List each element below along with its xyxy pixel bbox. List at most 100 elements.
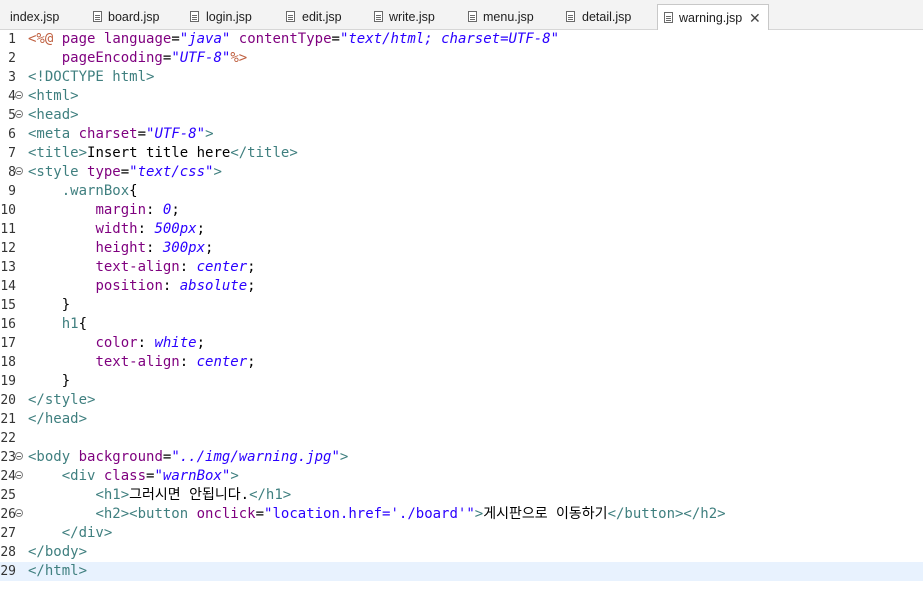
code-line[interactable]: 11 width: 500px; — [0, 220, 923, 239]
code-token: > — [474, 506, 484, 522]
code-token: = — [137, 126, 147, 142]
file-icon — [190, 11, 199, 22]
code-line[interactable]: 24 <div class="warnBox"> — [0, 467, 923, 486]
code-line[interactable]: 12 height: 300px; — [0, 239, 923, 258]
line-number: 9 — [8, 184, 16, 199]
code-line[interactable]: 20 </style> — [0, 391, 923, 410]
line-number: 23 — [0, 450, 16, 465]
file-icon — [468, 11, 477, 22]
code-token: h1 — [61, 316, 79, 332]
code-line[interactable]: 27 </div> — [0, 524, 923, 543]
code-text: <!DOCTYPE html> — [28, 68, 154, 87]
line-number: 20 — [0, 393, 16, 408]
code-token: ; — [171, 202, 180, 218]
code-token: </button></h2> — [607, 506, 726, 522]
code-line[interactable]: 13 text-align: center; — [0, 258, 923, 277]
code-token: class — [103, 468, 147, 484]
code-text: <%@ page language="java" contentType="te… — [28, 30, 559, 49]
code-token: } — [28, 373, 71, 389]
tab-login-jsp[interactable]: login.jsp — [184, 4, 280, 30]
code-token: <h2><button — [95, 506, 189, 522]
code-token: : — [146, 240, 163, 256]
tab-edit-jsp[interactable]: edit.jsp — [280, 4, 368, 30]
code-line[interactable]: 18 text-align: center; — [0, 353, 923, 372]
code-text: </head> — [28, 410, 87, 429]
code-line[interactable]: 22 — [0, 429, 923, 448]
code-line[interactable]: 10 margin: 0; — [0, 201, 923, 220]
fold-toggle-icon[interactable] — [15, 471, 23, 479]
line-number: 10 — [0, 203, 16, 218]
code-line[interactable]: 17 color: white; — [0, 334, 923, 353]
code-token: height — [95, 240, 147, 256]
code-token: </head> — [28, 411, 88, 427]
code-token: = — [331, 31, 340, 47]
tab-label: edit.jsp — [302, 10, 342, 24]
line-number: 3 — [8, 70, 16, 85]
tab-detail-jsp[interactable]: detail.jsp — [560, 4, 657, 30]
code-text: <html> — [28, 87, 79, 106]
code-line[interactable]: 29 </html> — [0, 562, 923, 581]
code-line[interactable]: 25 <h1>그러시면 안됩니다.</h1> — [0, 486, 923, 505]
code-line[interactable]: 6 <meta charset="UTF-8"> — [0, 125, 923, 144]
close-tab-icon[interactable]: ✕ — [749, 5, 761, 31]
code-token: "UTF-8" — [146, 126, 206, 142]
code-text: </body> — [28, 543, 87, 562]
code-line[interactable]: 23 <body background="../img/warning.jpg"> — [0, 448, 923, 467]
tab-label: write.jsp — [389, 10, 435, 24]
code-line[interactable]: 21 </head> — [0, 410, 923, 429]
fold-toggle-icon[interactable] — [15, 167, 23, 175]
code-editor[interactable]: 1 <%@ page language="java" contentType="t… — [0, 30, 923, 595]
code-line[interactable]: 28 </body> — [0, 543, 923, 562]
code-token: : — [179, 354, 197, 370]
code-token: > — [213, 164, 222, 180]
fold-toggle-icon[interactable] — [15, 452, 23, 460]
code-line[interactable]: 16 h1{ — [0, 315, 923, 334]
code-token: <head> — [28, 107, 79, 123]
code-line[interactable]: 5 <head> — [0, 106, 923, 125]
code-token: width — [95, 221, 138, 237]
code-line[interactable]: 14 position: absolute; — [0, 277, 923, 296]
fold-toggle-icon[interactable] — [15, 110, 23, 118]
code-line[interactable]: 1 <%@ page language="java" contentType="t… — [0, 30, 923, 49]
code-line[interactable]: 2 pageEncoding="UTF-8"%> — [0, 49, 923, 68]
code-line[interactable]: 4 <html> — [0, 87, 923, 106]
code-line[interactable]: 9 .warnBox{ — [0, 182, 923, 201]
fold-toggle-icon[interactable] — [15, 91, 23, 99]
tab-index-jsp[interactable]: index.jsp — [0, 4, 88, 30]
code-line[interactable]: 19 } — [0, 372, 923, 391]
line-number: 12 — [0, 241, 16, 256]
code-text: text-align: center; — [28, 353, 255, 372]
code-token: </body> — [28, 544, 88, 560]
code-text: margin: 0; — [28, 201, 180, 220]
code-token: </title> — [230, 145, 298, 161]
code-line[interactable]: 8 <style type="text/css"> — [0, 163, 923, 182]
code-text: <div class="warnBox"> — [28, 467, 239, 486]
code-text: <meta charset="UTF-8"> — [28, 125, 214, 144]
code-token: 그러시면 안됩니다. — [129, 487, 250, 503]
line-number: 25 — [0, 488, 16, 503]
code-token: "java" — [179, 31, 231, 47]
code-line[interactable]: 15 } — [0, 296, 923, 315]
line-number: 2 — [8, 51, 16, 66]
fold-toggle-icon[interactable] — [15, 509, 23, 517]
tab-board-jsp[interactable]: board.jsp — [88, 4, 184, 30]
code-line[interactable]: 26 <h2><button onclick="location.href='.… — [0, 505, 923, 524]
tab-warning-jsp[interactable]: warning.jsp ✕ — [657, 4, 769, 31]
code-line[interactable]: 7 <title>Insert title here</title> — [0, 144, 923, 163]
code-token: "warnBox" — [154, 468, 231, 484]
line-number: 16 — [0, 317, 16, 332]
tab-write-jsp[interactable]: write.jsp — [368, 4, 462, 30]
code-token: "UTF-8" — [171, 50, 231, 66]
tab-menu-jsp[interactable]: menu.jsp — [462, 4, 560, 30]
code-token: 게시판으로 이동하기 — [483, 506, 608, 522]
code-line[interactable]: 3 <!DOCTYPE html> — [0, 68, 923, 87]
code-text: </html> — [28, 562, 87, 581]
